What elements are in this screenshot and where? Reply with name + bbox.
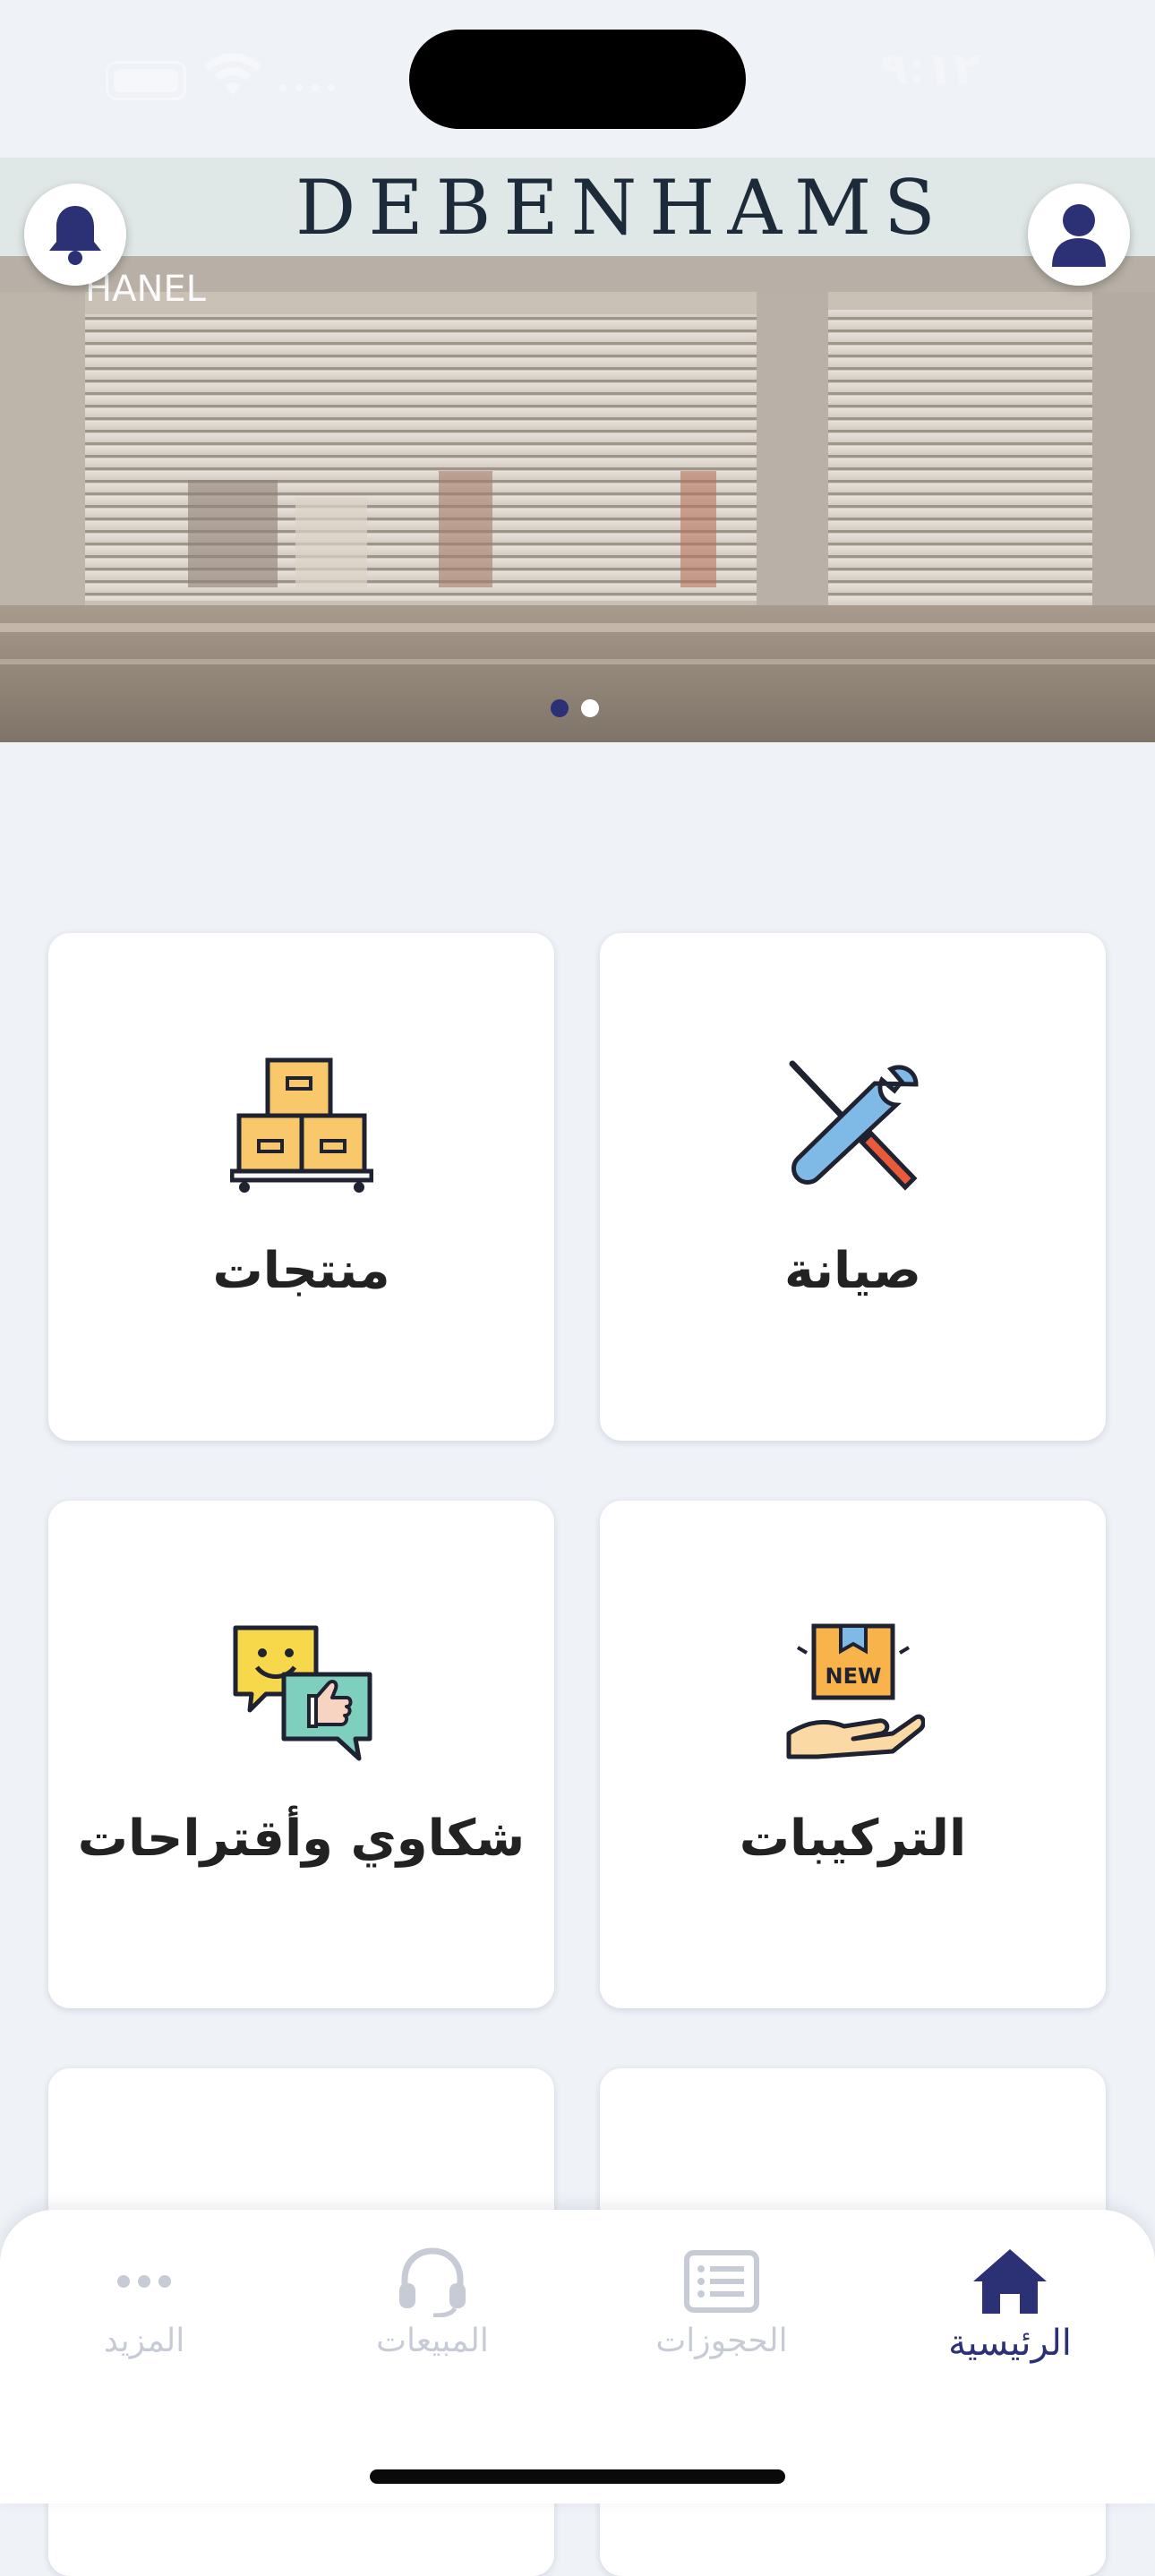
svg-text:DEBENHAMS: DEBENHAMS <box>295 164 948 252</box>
bottom-tab-bar: الرئيسية الحجوزات المبيعات المزيد <box>0 2210 1155 2503</box>
status-time: ٩:١٢ <box>880 43 980 95</box>
wifi-icon <box>204 54 261 95</box>
status-bar: ٩:١٢ <box>0 0 1155 158</box>
banner-carousel[interactable]: DEBENHAMS HANEL <box>0 158 1155 742</box>
headset-icon <box>399 2247 466 2317</box>
notifications-button[interactable] <box>24 184 126 286</box>
dynamic-island <box>409 30 746 129</box>
tab-label: المزيد <box>103 2323 185 2359</box>
tools-icon <box>789 1060 919 1191</box>
carousel-dot[interactable] <box>551 699 569 717</box>
card-label: صيانة <box>784 1242 921 1300</box>
card-label: منتجات <box>212 1242 390 1300</box>
new-package-hand-icon: NEW <box>786 1623 925 1759</box>
tab-label: الرئيسية <box>948 2323 1072 2364</box>
svg-text:NEW: NEW <box>825 1664 881 1689</box>
carousel-dots <box>551 699 599 717</box>
tab-label: الحجوزات <box>655 2323 788 2359</box>
card-label: شكاوي وأقتراحات <box>77 1810 526 1868</box>
battery-icon <box>106 61 186 100</box>
tab-more[interactable]: المزيد <box>46 2246 243 2380</box>
tab-bookings[interactable]: الحجوزات <box>623 2246 820 2380</box>
card-label: التركيبات <box>739 1810 967 1868</box>
boxes-icon <box>229 1057 373 1193</box>
tab-label: المبيعات <box>376 2323 489 2359</box>
user-icon <box>1052 204 1106 267</box>
bell-icon <box>49 206 101 265</box>
feedback-chat-icon <box>233 1625 372 1761</box>
home-indicator <box>370 2469 785 2484</box>
products-card[interactable]: منتجات <box>48 933 554 1441</box>
maintenance-card[interactable]: صيانة <box>600 933 1106 1441</box>
carousel-dot[interactable] <box>581 699 599 717</box>
complaints-card[interactable]: شكاوي وأقتراحات <box>48 1501 554 2008</box>
profile-button[interactable] <box>1028 184 1130 286</box>
tab-sales[interactable]: المبيعات <box>334 2246 531 2380</box>
home-icon <box>973 2249 1047 2314</box>
installations-card[interactable]: NEW التركيبات <box>600 1501 1106 2008</box>
signal-icon <box>279 84 335 91</box>
more-dots-icon <box>117 2275 171 2288</box>
list-icon <box>684 2250 759 2313</box>
tab-home[interactable]: الرئيسية <box>911 2246 1108 2380</box>
banner-image: DEBENHAMS HANEL <box>0 158 1155 742</box>
